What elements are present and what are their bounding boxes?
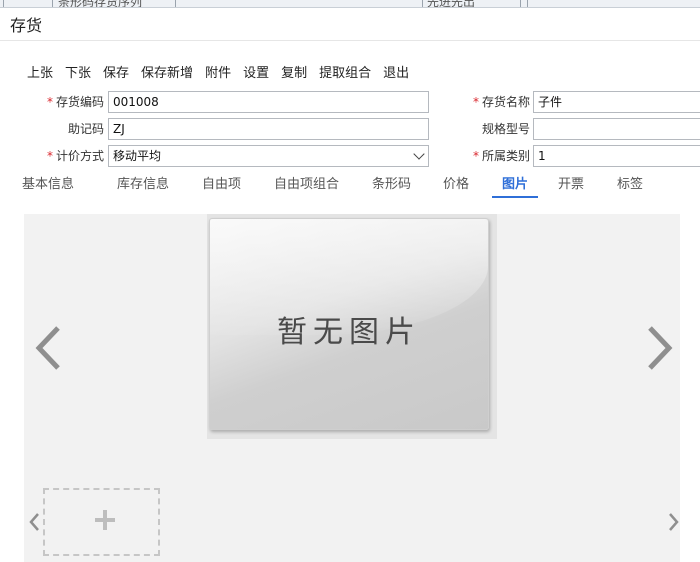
next-image-arrow[interactable] [646, 325, 674, 371]
tab-inventory-info[interactable]: 库存信息 [117, 173, 169, 192]
required-marker: * [46, 149, 53, 163]
attachment-button[interactable]: 附件 [205, 62, 231, 81]
tab-invoice[interactable]: 开票 [558, 173, 584, 192]
no-image-text: 暂无图片 [277, 315, 421, 350]
prev-image-arrow[interactable] [34, 325, 62, 371]
tab-bar: 基本信息 库存信息 自由项 自由项组合 条形码 价格 图片 开票 标签 [0, 173, 700, 199]
active-tab-indicator [492, 196, 538, 198]
chevron-down-icon [413, 148, 425, 160]
category-label: * 所属类别 [472, 149, 530, 163]
plus-icon [95, 510, 115, 530]
chevron-left-icon [29, 513, 39, 531]
background-cell: 先进先出 [427, 0, 476, 8]
mnemonic-input[interactable]: ZJ [108, 118, 429, 140]
chevron-right-icon [648, 326, 673, 370]
required-marker: * [472, 95, 479, 109]
thumb-next-arrow[interactable] [668, 512, 680, 532]
thumb-prev-arrow[interactable] [28, 512, 40, 532]
tab-free-items[interactable]: 自由项 [202, 173, 241, 192]
pricing-select-value: 移动平均 [113, 149, 162, 163]
add-image-button[interactable] [43, 488, 160, 556]
tab-basic-info[interactable]: 基本信息 [22, 173, 74, 192]
background-table-strip: 条形码存货序列 先进先出 [0, 0, 700, 8]
tab-label[interactable]: 标签 [617, 173, 643, 192]
required-marker: * [472, 149, 479, 163]
pricing-label: * 计价方式 [46, 149, 104, 163]
pricing-select[interactable]: 移动平均 [108, 145, 429, 167]
name-input[interactable]: 子件 [533, 91, 700, 113]
code-input[interactable]: 001008 [108, 91, 429, 113]
toolbar: 上张 下张 保存 保存新增 附件 设置 复制 提取组合 退出 [27, 62, 421, 81]
tab-price[interactable]: 价格 [443, 173, 469, 192]
extract-combination-button[interactable]: 提取组合 [319, 62, 371, 81]
no-image-placeholder: 暂无图片 [209, 218, 489, 430]
save-and-new-button[interactable]: 保存新增 [141, 62, 193, 81]
required-marker: * [46, 95, 53, 109]
next-button[interactable]: 下张 [65, 62, 91, 81]
chevron-right-icon [669, 513, 679, 531]
background-cell: 条形码存货序列 [58, 0, 143, 8]
category-input[interactable]: 1 [533, 145, 700, 167]
code-label: * 存货编码 [46, 95, 104, 109]
tab-barcode[interactable]: 条形码 [372, 173, 411, 192]
spec-input[interactable] [533, 118, 700, 140]
tab-image[interactable]: 图片 [502, 173, 528, 192]
window-title: 存货 [10, 16, 43, 35]
chevron-left-icon [35, 326, 60, 370]
prev-button[interactable]: 上张 [27, 62, 53, 81]
settings-button[interactable]: 设置 [243, 62, 269, 81]
spec-label: 规格型号 [481, 122, 530, 136]
copy-button[interactable]: 复制 [281, 62, 307, 81]
tab-free-item-combination[interactable]: 自由项组合 [274, 173, 339, 192]
title-divider [0, 40, 700, 41]
exit-button[interactable]: 退出 [383, 62, 409, 81]
save-button[interactable]: 保存 [103, 62, 129, 81]
name-label: * 存货名称 [472, 95, 530, 109]
mnemonic-label: 助记码 [67, 122, 104, 136]
